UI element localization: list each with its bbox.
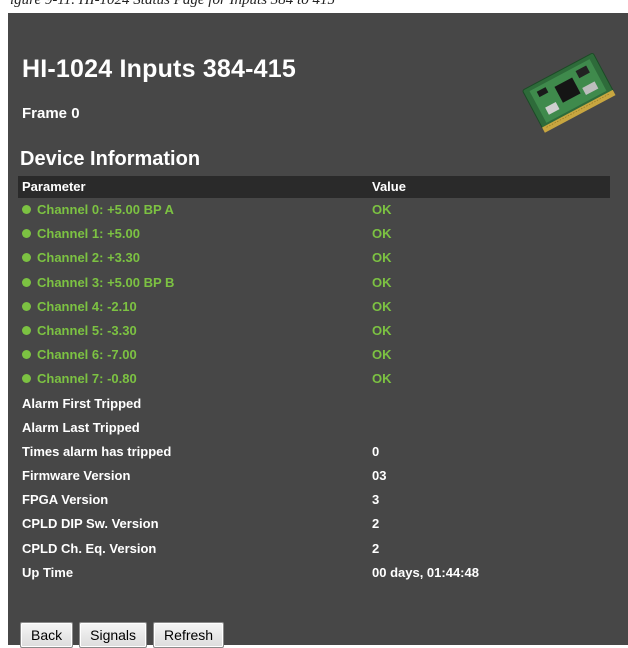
channel-status: OK [372, 274, 392, 290]
parameter-value: 3 [372, 492, 380, 508]
channel-status: OK [372, 202, 392, 217]
channel-label: Channel 6: -7.00 [37, 347, 137, 363]
table-row: Channel 2: +3.30 OK [18, 246, 610, 270]
parameter-value: 2 [372, 516, 380, 532]
table-row: Times alarm has tripped 0 [18, 440, 610, 464]
parameter-name: Up Time [22, 564, 74, 580]
table-row: Alarm First Tripped [18, 392, 610, 416]
channel-name: Channel 6: -7.00 [22, 347, 137, 362]
parameter-name: Alarm Last Tripped [22, 419, 140, 435]
table-row: Alarm Last Tripped [18, 416, 610, 440]
status-dot-icon [22, 277, 31, 287]
channel-name: Channel 2: +3.30 [22, 250, 140, 265]
table-row: Channel 0: +5.00 BP A OK [18, 198, 610, 222]
status-dot-icon [22, 301, 31, 311]
frame-label: Frame 0 [22, 105, 80, 122]
parameter-value: 03 [372, 468, 387, 484]
channel-label: Channel 5: -3.30 [37, 322, 137, 338]
parameter-value: 2 [372, 540, 380, 556]
channel-name: Channel 5: -3.30 [22, 323, 137, 338]
status-dot-icon [22, 350, 31, 360]
channel-status: OK [372, 298, 392, 314]
channel-status: OK [372, 347, 392, 363]
parameter-name: CPLD Ch. Eq. Version [22, 540, 157, 556]
parameter-name: CPLD DIP Sw. Version [22, 516, 159, 532]
channel-label: Channel 4: -2.10 [37, 298, 137, 314]
channel-label: Channel 2: +3.30 [37, 250, 140, 266]
parameter-name: Firmware Version [22, 468, 131, 484]
channel-label: Channel 3: +5.00 BP B [37, 274, 175, 290]
parameter-value: 0 [372, 443, 380, 459]
parameter-value: 00 days, 01:44:48 [372, 564, 479, 580]
channel-name: Channel 4: -2.10 [22, 299, 137, 314]
table-header-row: Parameter Value [18, 176, 610, 198]
table-row: FPGA Version 3 [18, 488, 610, 512]
status-dot-icon [22, 253, 31, 263]
channel-name: Channel 0: +5.00 BP A [22, 202, 174, 217]
channel-name: Channel 1: +5.00 [22, 226, 140, 241]
header-value: Value [372, 179, 406, 194]
table-row: Channel 1: +5.00 OK [18, 222, 610, 246]
top-strip: igure 9-11. HI-1024 Status Page for Inpu… [0, 0, 628, 13]
button-bar: Back Signals Refresh [20, 622, 225, 648]
channel-label: Channel 0: +5.00 BP A [37, 202, 174, 217]
table-row: Up Time 00 days, 01:44:48 [18, 561, 610, 585]
channel-status: OK [372, 322, 392, 338]
circuit-board-icon [522, 53, 616, 133]
page-title: HI-1024 Inputs 384-415 [22, 55, 296, 83]
channel-status: OK [372, 226, 392, 242]
parameter-name: Times alarm has tripped [22, 443, 172, 459]
header-parameter: Parameter [22, 179, 86, 194]
status-dot-icon [22, 374, 31, 384]
table-row: Channel 4: -2.10 OK [18, 295, 610, 319]
status-dot-icon [22, 229, 31, 239]
channel-name: Channel 3: +5.00 BP B [22, 275, 174, 290]
refresh-button[interactable]: Refresh [153, 622, 225, 648]
back-button[interactable]: Back [20, 622, 74, 648]
channel-status: OK [372, 371, 392, 387]
section-title: Device Information [20, 148, 201, 170]
parameter-name: FPGA Version [22, 492, 109, 508]
status-panel: HI-1024 Inputs 384-415 Frame 0 Device In… [8, 13, 628, 648]
channel-name: Channel 7: -0.80 [22, 371, 137, 386]
table-row: CPLD Ch. Eq. Version 2 [18, 537, 610, 561]
signals-button[interactable]: Signals [79, 622, 148, 648]
table-row: Channel 3: +5.00 BP B OK [18, 271, 610, 295]
parameter-name: Alarm First Tripped [22, 395, 142, 411]
table-row: Channel 5: -3.30 OK [18, 319, 610, 343]
table-row: Firmware Version 03 [18, 464, 610, 488]
channel-label: Channel 1: +5.00 [37, 226, 140, 242]
table-row: Channel 6: -7.00 OK [18, 343, 610, 367]
table-row: Channel 7: -0.80 OK [18, 367, 610, 391]
device-info-table: Parameter Value Channel 0: +5.00 BP A OK… [18, 176, 610, 585]
channel-status: OK [372, 250, 392, 266]
table-row: CPLD DIP Sw. Version 2 [18, 512, 610, 536]
figure-caption: igure 9-11. HI-1024 Status Page for Inpu… [10, 0, 335, 8]
status-dot-icon [22, 325, 31, 335]
channel-label: Channel 7: -0.80 [37, 371, 137, 387]
status-dot-icon [22, 205, 31, 214]
